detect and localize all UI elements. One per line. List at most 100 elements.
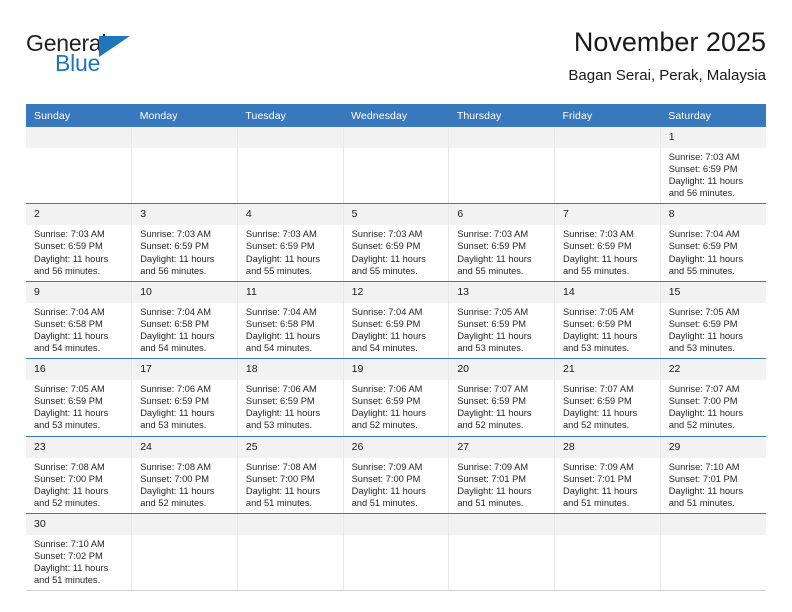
sunrise-time: Sunrise: 7:04 AM — [34, 306, 105, 317]
calendar-body: 1 Sunrise: 7:03 AM Sunset: 6:59 PM Daylight… — [26, 127, 766, 592]
sunset-time: Sunset: 6:59 PM — [140, 241, 209, 252]
day-sun-details: Sunrise: 7:03 AM Sunset: 6:59 PM Daylight:… — [26, 225, 131, 280]
day-number — [132, 513, 237, 535]
day-sun-details: Sunrise: 7:04 AM Sunset: 6:58 PM Daylight:… — [132, 303, 237, 358]
sunset-time: Sunset: 6:59 PM — [34, 241, 103, 252]
daylight-duration-line2: and 55 minutes. — [351, 265, 418, 276]
sunset-time: Sunset: 6:59 PM — [457, 318, 527, 329]
calendar-cell-day[interactable]: 27 Sunrise: 7:09 AM Sunset: 7:01 PM Dayligh… — [448, 436, 556, 514]
day-number: 25 — [237, 436, 343, 458]
calendar-cell-day[interactable]: 8 Sunrise: 7:04 AM Sunset: 6:59 PM Daylight… — [660, 203, 766, 282]
calendar-cell-day[interactable]: 2 Sunrise: 7:03 AM Sunset: 6:59 PM Daylight… — [26, 203, 133, 282]
sunrise-time: Sunrise: 7:05 AM — [457, 306, 529, 317]
daylight-duration-line1: Daylight: 11 hours — [34, 485, 109, 496]
calendar-cell-day[interactable]: 29 Sunrise: 7:10 AM Sunset: 7:01 PM Dayligh… — [660, 436, 766, 514]
daylight-duration-line2: and 54 minutes. — [245, 343, 313, 354]
sunset-time: Sunset: 7:00 PM — [351, 473, 421, 484]
calendar-cell-day[interactable]: 13 Sunrise: 7:05 AM Sunset: 6:59 PM Dayligh… — [448, 281, 556, 360]
day-sun-details: Sunrise: 7:03 AM Sunset: 6:59 PM Daylight:… — [132, 225, 237, 280]
calendar-cell-day[interactable]: 10 Sunrise: 7:04 AM Sunset: 6:58 PM Dayligh… — [131, 281, 238, 360]
day-sun-details: Sunrise: 7:06 AM Sunset: 6:59 PM Daylight:… — [344, 380, 449, 435]
sunrise-time: Sunrise: 7:06 AM — [245, 384, 317, 395]
calendar-cell-day[interactable]: 22 Sunrise: 7:07 AM Sunset: 7:00 PM Dayligh… — [660, 358, 766, 437]
daylight-duration-line1: Daylight: 11 hours — [245, 330, 321, 341]
daylight-duration-line1: Daylight: 11 hours — [245, 253, 321, 264]
sunrise-time: Sunrise: 7:09 AM — [563, 461, 634, 472]
calendar-cell-day[interactable]: 25 Sunrise: 7:08 AM Sunset: 7:00 PM Dayligh… — [237, 436, 344, 514]
calendar-cell-day[interactable]: 21 Sunrise: 7:07 AM Sunset: 6:59 PM Dayligh… — [554, 358, 661, 437]
day-number: 30 — [26, 513, 132, 535]
calendar-cell-day[interactable]: 7 Sunrise: 7:03 AM Sunset: 6:59 PM Daylight… — [554, 203, 661, 282]
sunrise-time: Sunrise: 7:03 AM — [563, 229, 634, 240]
day-number: 4 — [237, 204, 343, 226]
weekday-header-wednesday: Wednesday — [343, 104, 449, 127]
sunrise-time: Sunrise: 7:03 AM — [668, 152, 740, 162]
day-number: 14 — [555, 281, 660, 303]
daylight-duration-line1: Daylight: 11 hours — [457, 253, 532, 264]
day-number: 8 — [660, 204, 766, 226]
day-sun-details: Sunrise: 7:05 AM Sunset: 6:59 PM Daylight:… — [26, 380, 131, 435]
calendar-cell-day[interactable]: 17 Sunrise: 7:06 AM Sunset: 6:59 PM Dayligh… — [131, 358, 238, 437]
daylight-duration-line2: and 53 minutes. — [563, 343, 630, 354]
sunrise-time: Sunrise: 7:07 AM — [563, 384, 634, 395]
calendar-cell-day[interactable]: 30 Sunrise: 7:10 AM Sunset: 7:02 PM Dayligh… — [26, 513, 133, 592]
sunrise-time: Sunrise: 7:03 AM — [457, 229, 529, 240]
sunrise-time: Sunrise: 7:04 AM — [245, 306, 317, 317]
daylight-duration-line1: Daylight: 11 hours — [668, 176, 743, 187]
sunrise-time: Sunrise: 7:10 AM — [668, 461, 740, 472]
calendar-cell-day[interactable]: 9 Sunrise: 7:04 AM Sunset: 6:58 PM Daylight… — [26, 281, 133, 360]
calendar-cell-day[interactable]: 3 Sunrise: 7:03 AM Sunset: 6:59 PM Daylight… — [131, 203, 238, 282]
day-number: 12 — [343, 281, 449, 303]
calendar-cell-day[interactable]: 1 Sunrise: 7:03 AM Sunset: 6:59 PM Daylight… — [660, 127, 766, 205]
daylight-duration-line1: Daylight: 11 hours — [34, 408, 109, 419]
sunset-time: Sunset: 6:59 PM — [245, 241, 315, 252]
sunset-time: Sunset: 7:00 PM — [668, 396, 738, 407]
calendar-cell-empty — [343, 513, 450, 592]
day-number: 3 — [132, 204, 237, 226]
sunset-time: Sunset: 7:02 PM — [34, 550, 103, 561]
sunset-time: Sunset: 6:59 PM — [351, 241, 421, 252]
calendar-cell-day[interactable]: 18 Sunrise: 7:06 AM Sunset: 6:59 PM Dayligh… — [237, 358, 344, 437]
daylight-duration-line1: Daylight: 11 hours — [351, 330, 426, 341]
calendar-cell-day[interactable]: 11 Sunrise: 7:04 AM Sunset: 6:58 PM Dayligh… — [237, 281, 344, 360]
calendar-week-row: 9 Sunrise: 7:04 AM Sunset: 6:58 PM Daylight… — [26, 281, 766, 360]
daylight-duration-line2: and 54 minutes. — [34, 343, 101, 354]
calendar-cell-empty — [131, 513, 238, 592]
day-sun-details: Sunrise: 7:04 AM Sunset: 6:58 PM Daylight:… — [26, 303, 131, 358]
sunset-time: Sunset: 7:01 PM — [563, 473, 632, 484]
day-sun-details: Sunrise: 7:05 AM Sunset: 6:59 PM Daylight:… — [555, 303, 660, 358]
daylight-duration-line1: Daylight: 11 hours — [563, 485, 638, 496]
sunset-time: Sunset: 6:58 PM — [34, 318, 103, 329]
calendar-cell-day[interactable]: 5 Sunrise: 7:03 AM Sunset: 6:59 PM Daylight… — [343, 203, 450, 282]
daylight-duration-line2: and 51 minutes. — [245, 497, 313, 508]
calendar-cell-day[interactable]: 24 Sunrise: 7:08 AM Sunset: 7:00 PM Dayligh… — [131, 436, 238, 514]
calendar-cell-day[interactable]: 19 Sunrise: 7:06 AM Sunset: 6:59 PM Dayligh… — [343, 358, 450, 437]
calendar-cell-day[interactable]: 28 Sunrise: 7:09 AM Sunset: 7:01 PM Dayligh… — [554, 436, 661, 514]
daylight-duration-line2: and 54 minutes. — [140, 343, 207, 354]
calendar-cell-day[interactable]: 6 Sunrise: 7:03 AM Sunset: 6:59 PM Daylight… — [448, 203, 556, 282]
sunrise-time: Sunrise: 7:03 AM — [245, 229, 317, 240]
calendar-cell-day[interactable]: 20 Sunrise: 7:07 AM Sunset: 6:59 PM Dayligh… — [448, 358, 556, 437]
day-sun-details: Sunrise: 7:07 AM Sunset: 6:59 PM Daylight:… — [449, 380, 554, 435]
calendar-cell-day[interactable]: 16 Sunrise: 7:05 AM Sunset: 6:59 PM Dayligh… — [26, 358, 133, 437]
day-number — [132, 127, 237, 148]
weekday-header-monday: Monday — [131, 104, 238, 127]
daylight-duration-line2: and 53 minutes. — [140, 420, 207, 431]
day-number: 19 — [343, 359, 449, 381]
day-number: 18 — [237, 359, 343, 381]
day-number: 2 — [26, 204, 132, 226]
day-number: 15 — [660, 281, 766, 303]
weekday-header-saturday: Saturday — [660, 104, 766, 127]
sunrise-time: Sunrise: 7:07 AM — [457, 384, 529, 395]
calendar-cell-day[interactable]: 26 Sunrise: 7:09 AM Sunset: 7:00 PM Dayligh… — [343, 436, 450, 514]
calendar-cell-day[interactable]: 4 Sunrise: 7:03 AM Sunset: 6:59 PM Daylight… — [237, 203, 344, 282]
calendar-cell-day[interactable]: 23 Sunrise: 7:08 AM Sunset: 7:00 PM Dayligh… — [26, 436, 133, 514]
calendar-page: General Blue November 2025 Bagan Serai, … — [0, 0, 792, 612]
daylight-duration-line2: and 51 minutes. — [351, 497, 418, 508]
calendar-cell-day[interactable]: 14 Sunrise: 7:05 AM Sunset: 6:59 PM Dayligh… — [554, 281, 661, 360]
logo-triangle-icon — [99, 36, 130, 57]
calendar-cell-day[interactable]: 12 Sunrise: 7:04 AM Sunset: 6:59 PM Dayligh… — [343, 281, 450, 360]
daylight-duration-line2: and 52 minutes. — [457, 420, 524, 431]
calendar-cell-day[interactable]: 15 Sunrise: 7:05 AM Sunset: 6:59 PM Dayligh… — [660, 281, 766, 360]
daylight-duration-line1: Daylight: 11 hours — [563, 408, 638, 419]
